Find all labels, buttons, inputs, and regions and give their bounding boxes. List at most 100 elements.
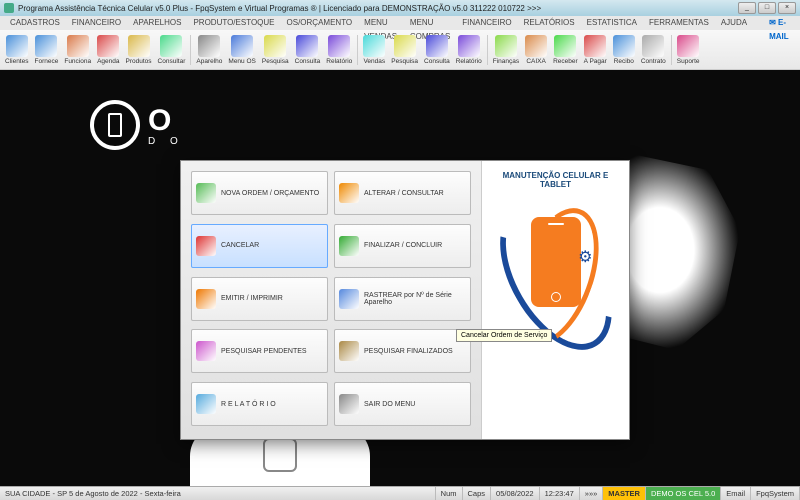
tool-funciona[interactable]: Funciona: [61, 35, 94, 65]
modal-btn-icon: [339, 183, 359, 203]
tool-label: Aparelho: [196, 58, 222, 65]
toolbar-separator: [671, 35, 672, 65]
menu-menu compras[interactable]: MENU COMPRAS: [404, 16, 456, 30]
modal-btn-icon: [196, 341, 216, 361]
tool-icon: [198, 35, 220, 57]
toolbar-separator: [190, 35, 191, 65]
tool-suporte[interactable]: Suporte: [674, 35, 703, 65]
tool-icon: [394, 35, 416, 57]
modal-btn-label: FINALIZAR / CONCLUIR: [364, 242, 442, 249]
modal-btn-7[interactable]: PESQUISAR FINALIZADOS: [334, 329, 471, 373]
modal-btn-0[interactable]: NOVA ORDEM / ORÇAMENTO: [191, 171, 328, 215]
tooltip: Cancelar Ordem de Serviço: [456, 329, 552, 342]
tool-icon: [97, 35, 119, 57]
tool-icon: [458, 35, 480, 57]
tool-caixa[interactable]: CAIXA: [522, 35, 550, 65]
tool-clientes[interactable]: Clientes: [2, 35, 31, 65]
modal-btn-label: RASTREAR por Nº de Série Aparelho: [364, 292, 466, 306]
modal-btn-9[interactable]: SAIR DO MENU: [334, 382, 471, 426]
menu-os/orçamento[interactable]: OS/ORÇAMENTO: [281, 16, 359, 30]
modal-btn-icon: [339, 289, 359, 309]
tool-aparelho[interactable]: Aparelho: [193, 35, 225, 65]
status-date: 05/08/2022: [491, 487, 540, 500]
menu-ferramentas[interactable]: FERRAMENTAS: [643, 16, 715, 30]
tool-label: Consultar: [158, 58, 186, 65]
tool-pesquisa[interactable]: Pesquisa: [388, 35, 421, 65]
tool-fornece[interactable]: Fornece: [31, 35, 61, 65]
menu-email[interactable]: ✉ E-MAIL: [763, 16, 796, 30]
tool-finanças[interactable]: Finanças: [490, 35, 522, 65]
menu-menu vendas[interactable]: MENU VENDAS: [358, 16, 404, 30]
tool-label: Recibo: [614, 58, 634, 65]
titlebar: Programa Assistência Técnica Celular v5.…: [0, 0, 800, 16]
menubar: CADASTROSFINANCEIROAPARELHOSPRODUTO/ESTO…: [0, 16, 800, 30]
modal-btn-1[interactable]: ALTERAR / CONSULTAR: [334, 171, 471, 215]
tool-icon: [296, 35, 318, 57]
modal-btn-icon: [339, 236, 359, 256]
tool-label: Produtos: [126, 58, 152, 65]
modal-btn-label: PESQUISAR FINALIZADOS: [364, 348, 453, 355]
tool-label: Clientes: [5, 58, 28, 65]
menu-financeiro[interactable]: FINANCEIRO: [456, 16, 517, 30]
modal-btn-8[interactable]: R E L A T Ó R I O: [191, 382, 328, 426]
tool-contrato[interactable]: Contrato: [638, 35, 669, 65]
tool-relatório[interactable]: Relatório: [453, 35, 485, 65]
tool-icon: [231, 35, 253, 57]
tool-icon: [35, 35, 57, 57]
tool-label: Relatório: [326, 58, 352, 65]
tool-vendas[interactable]: Vendas: [360, 35, 388, 65]
modal-btn-3[interactable]: FINALIZAR / CONCLUIR: [334, 224, 471, 268]
tool-agenda[interactable]: Agenda: [94, 35, 122, 65]
tool-icon: [554, 35, 576, 57]
status-location: SUA CIDADE - SP 5 de Agosto de 2022 - Se…: [0, 487, 436, 500]
menu-cadastros[interactable]: CADASTROS: [4, 16, 66, 30]
tool-consulta[interactable]: Consulta: [292, 35, 324, 65]
modal-btn-icon: [196, 394, 216, 414]
menu-relatórios[interactable]: RELATÓRIOS: [518, 16, 581, 30]
tool-icon: [584, 35, 606, 57]
minimize-button[interactable]: _: [738, 2, 756, 14]
tool-pesquisa[interactable]: Pesquisa: [259, 35, 292, 65]
maximize-button[interactable]: □: [758, 2, 776, 14]
modal-btn-label: CANCELAR: [221, 242, 259, 249]
modal-btn-icon: [339, 394, 359, 414]
menu-financeiro[interactable]: FINANCEIRO: [66, 16, 127, 30]
status-ord: »»»: [580, 487, 604, 500]
tool-relatório[interactable]: Relatório: [323, 35, 355, 65]
tool-label: Fornece: [34, 58, 58, 65]
statusbar: SUA CIDADE - SP 5 de Agosto de 2022 - Se…: [0, 486, 800, 500]
status-brand[interactable]: FpqSystem: [751, 487, 800, 500]
modal-btn-label: PESQUISAR PENDENTES: [221, 348, 307, 355]
menu-estatistica[interactable]: ESTATISTICA: [581, 16, 643, 30]
tool-icon: [6, 35, 28, 57]
modal-btn-6[interactable]: PESQUISAR PENDENTES: [191, 329, 328, 373]
tool-consultar[interactable]: Consultar: [155, 35, 189, 65]
close-button[interactable]: ×: [778, 2, 796, 14]
tool-label: Relatório: [456, 58, 482, 65]
modal-title: MANUTENÇÃO CELULAR E TABLET: [492, 171, 619, 189]
modal-btn-5[interactable]: RASTREAR por Nº de Série Aparelho: [334, 277, 471, 321]
status-time: 12:23:47: [540, 487, 580, 500]
menu-produto/estoque[interactable]: PRODUTO/ESTOQUE: [187, 16, 280, 30]
status-email[interactable]: Email: [721, 487, 751, 500]
menu-ajuda[interactable]: AJUDA: [715, 16, 753, 30]
tool-label: Vendas: [363, 58, 385, 65]
modal-btn-2[interactable]: CANCELAR: [191, 224, 328, 268]
tool-consulta[interactable]: Consulta: [421, 35, 453, 65]
modal-btn-4[interactable]: EMITIR / IMPRIMIR: [191, 277, 328, 321]
tool-label: Funciona: [64, 58, 91, 65]
tool-label: Finanças: [493, 58, 519, 65]
menu-aparelhos[interactable]: APARELHOS: [127, 16, 187, 30]
status-master: MASTER: [603, 487, 646, 500]
tool-a pagar[interactable]: A Pagar: [581, 35, 610, 65]
tool-receber[interactable]: Receber: [550, 35, 581, 65]
tool-label: Suporte: [677, 58, 700, 65]
status-demo: DEMO OS CEL 5.0: [646, 487, 721, 500]
tool-menu os[interactable]: Menu OS: [225, 35, 258, 65]
tool-label: CAIXA: [526, 58, 546, 65]
tool-recibo[interactable]: Recibo: [610, 35, 638, 65]
tool-icon: [426, 35, 448, 57]
tool-icon: [677, 35, 699, 57]
modal-btn-label: NOVA ORDEM / ORÇAMENTO: [221, 190, 319, 197]
tool-produtos[interactable]: Produtos: [123, 35, 155, 65]
